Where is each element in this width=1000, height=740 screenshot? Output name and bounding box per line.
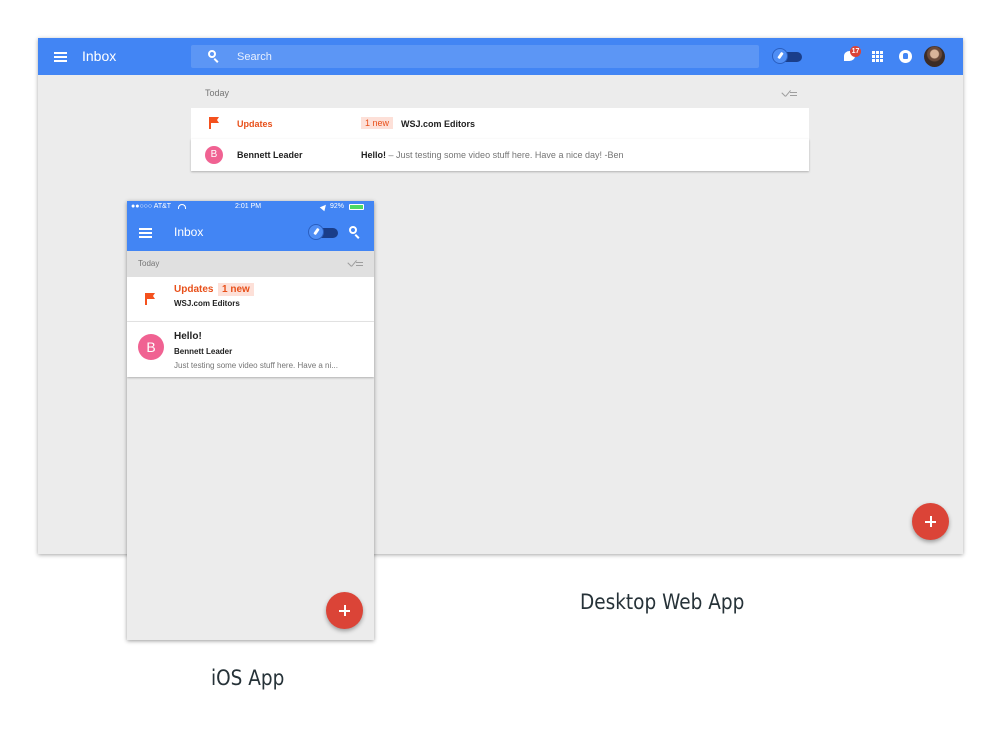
new-count-chip: 1 new [361,117,394,129]
ios-phone-screen: ●●○○○ AT&T 2:01 PM 92% Inbox Today Updat… [127,201,374,640]
flag-icon [209,117,219,129]
message-subject: Hello! [174,331,202,342]
search-box[interactable] [191,45,759,68]
apps-grid-icon[interactable] [872,51,883,62]
wifi-icon [178,204,186,209]
list-item-hello[interactable]: B Hello! Bennett Leader Just testing som… [127,322,374,377]
section-label-today: Today [138,259,160,268]
sweep-checks-icon[interactable] [347,260,363,268]
bundle-title: Updates [174,284,214,295]
account-avatar[interactable] [924,46,945,67]
pin-toggle-icon[interactable] [772,48,802,64]
notification-bubble-icon[interactable]: 17 [844,46,861,63]
compose-button[interactable] [912,503,949,540]
avatar: B [138,334,164,360]
list-item-updates[interactable]: Updates 1 new WSJ.com Editors [191,108,809,140]
bundle-sender: WSJ.com Editors [401,119,476,129]
bundle-sender: WSJ.com Editors [174,299,240,308]
message-subject: Hello! [361,150,387,160]
compose-button[interactable] [326,592,363,629]
message-subject-line: Hello! – Just testing some video stuff h… [361,150,623,160]
new-count-chip: 1 new [218,283,254,296]
desktop-top-bar: Inbox 17 [38,38,963,75]
search-icon[interactable] [208,50,220,63]
status-carrier: ●●○○○ AT&T [131,203,172,210]
status-battery: 92% [330,203,345,210]
bundle-title: Updates [237,119,273,129]
message-snippet: – Just testing some video stuff here. Ha… [386,150,624,160]
menu-icon[interactable] [54,52,67,62]
app-title: Inbox [82,48,117,64]
section-label-today: Today [205,88,230,98]
notification-count-badge: 17 [850,46,861,57]
menu-icon[interactable] [139,228,152,238]
list-item-updates[interactable]: Updates 1 new WSJ.com Editors [127,277,374,322]
reminder-icon[interactable] [899,50,912,63]
avatar: B [205,146,223,164]
sender-name: Bennett Leader [237,150,303,160]
sender-name: Bennett Leader [174,347,233,356]
status-time: 2:01 PM [235,203,262,210]
ios-caption: iOS App [211,666,285,690]
search-icon[interactable] [349,226,361,239]
list-item-hello[interactable]: B Bennett Leader Hello! – Just testing s… [191,139,809,171]
pin-toggle-icon[interactable] [308,224,338,240]
search-input[interactable] [237,45,737,68]
section-header: Today [127,251,374,277]
ios-header: ●●○○○ AT&T 2:01 PM 92% Inbox [127,201,374,251]
location-icon [319,202,329,212]
sweep-checks-icon[interactable] [781,90,797,98]
desktop-caption: Desktop Web App [580,590,745,614]
flag-icon [145,293,155,305]
app-title: Inbox [174,225,204,239]
message-snippet: Just testing some video stuff here. Have… [174,361,338,370]
battery-icon [349,204,364,210]
